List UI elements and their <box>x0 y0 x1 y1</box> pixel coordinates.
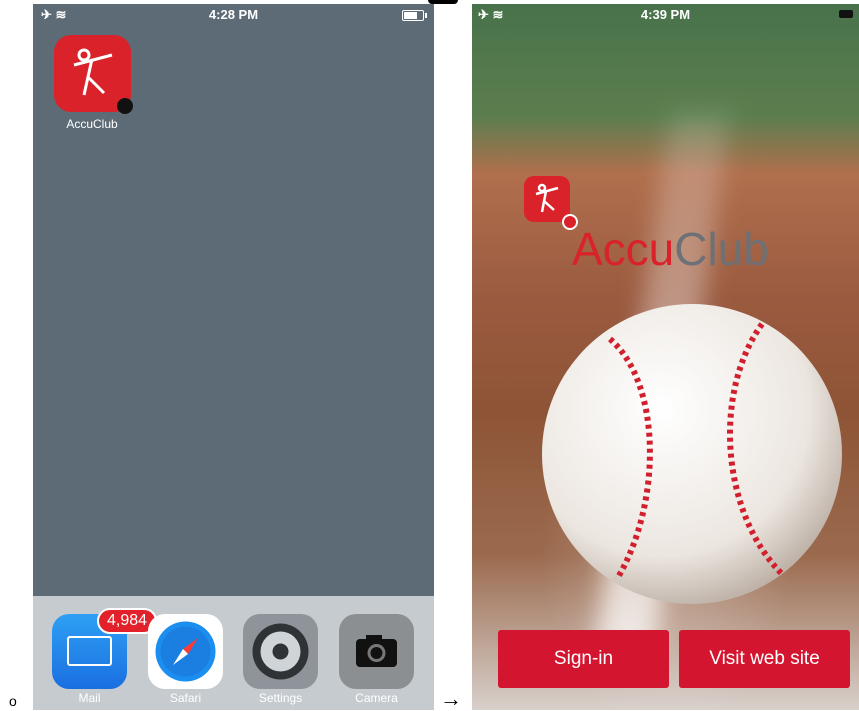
camera-app-icon[interactable] <box>339 614 414 689</box>
mail-app-icon[interactable]: 4,984 <box>52 608 158 689</box>
battery-icon-right <box>839 10 853 18</box>
mail-icon <box>67 636 112 666</box>
dock-label-camera: Camera <box>355 691 398 705</box>
dock: 4,984 Mail Safari Settings Camera <box>33 596 434 710</box>
safari-icon <box>155 621 216 682</box>
status-bar: ✈ ≋ 4:28 PM <box>33 4 434 24</box>
app-label: AccuClub <box>66 117 118 131</box>
status-bar-right: ✈ ≋ 4:39 PM <box>472 4 859 24</box>
dock-label-mail: Mail <box>78 691 101 705</box>
accuclub-app-icon[interactable] <box>54 35 133 114</box>
safari-app-icon[interactable] <box>148 614 223 689</box>
accuclub-splash-screen: ✈ ≋ 4:39 PM AccuClub Sign-in Visit web s… <box>472 4 859 710</box>
status-time-right: 4:39 PM <box>640 7 691 22</box>
accuclub-figure-icon-small <box>535 183 559 213</box>
wordmark-club: Club <box>674 223 769 275</box>
transition-arrow: → <box>440 686 462 711</box>
settings-app-icon[interactable] <box>243 614 318 689</box>
accuclub-logo-icon <box>524 176 578 230</box>
camera-icon <box>356 635 397 667</box>
dock-label-settings: Settings <box>258 691 303 705</box>
battery-icon <box>402 10 427 21</box>
sign-in-button[interactable]: Sign-in <box>498 630 669 688</box>
app-corner-dot <box>117 98 133 114</box>
visit-website-button[interactable]: Visit web site <box>679 630 850 688</box>
accuclub-wordmark: AccuClub <box>572 222 769 276</box>
wordmark-accu: Accu <box>572 223 675 275</box>
settings-icon <box>252 623 309 680</box>
status-time: 4:28 PM <box>208 7 259 22</box>
dock-label-safari: Safari <box>169 691 202 705</box>
bullet-marker: o <box>9 693 17 709</box>
home-screen: ✈ ≋ 4:28 PM AccuClub 4,984 Mail Safari S… <box>33 4 434 710</box>
baseball-image <box>542 304 842 604</box>
